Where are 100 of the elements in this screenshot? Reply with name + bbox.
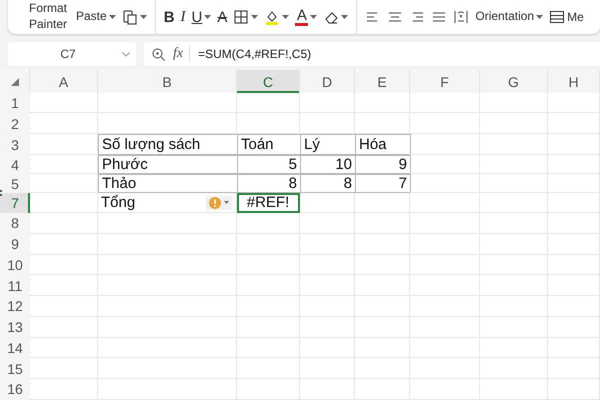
row-header[interactable]: 14 (0, 338, 30, 358)
table-cell[interactable]: Toán (237, 134, 301, 155)
table-cell[interactable] (30, 93, 98, 113)
strike-button[interactable]: A (217, 8, 228, 26)
table-cell[interactable] (548, 254, 600, 276)
table-cell[interactable] (548, 338, 600, 358)
table-cell[interactable] (480, 113, 548, 134)
table-cell[interactable] (98, 213, 237, 234)
table-cell[interactable]: 8 (237, 174, 301, 193)
table-cell[interactable] (480, 316, 548, 338)
row-header[interactable]: 11 (0, 275, 30, 296)
table-cell[interactable] (410, 316, 480, 338)
table-cell[interactable] (98, 234, 237, 254)
row-header[interactable]: 7 (0, 193, 30, 213)
table-cell[interactable] (480, 358, 548, 379)
font-color-button[interactable]: A (295, 8, 318, 26)
column-header[interactable]: G (480, 70, 548, 93)
table-cell[interactable] (300, 358, 355, 379)
table-cell[interactable] (237, 93, 300, 113)
bold-button[interactable]: B (164, 8, 175, 26)
table-cell[interactable] (98, 275, 237, 296)
table-cell[interactable] (355, 254, 410, 276)
table-cell[interactable] (237, 113, 300, 134)
table-cell[interactable] (30, 213, 98, 234)
table-cell[interactable] (355, 275, 410, 296)
error-options-button[interactable] (206, 196, 232, 210)
table-cell[interactable] (355, 93, 410, 113)
formula-input[interactable]: =SUM(C4,#REF!,C5) (198, 47, 312, 61)
row-header[interactable]: 15 (0, 358, 30, 379)
row-header[interactable]: 16 (0, 379, 30, 400)
ribbon-button[interactable]: Format Painter (26, 1, 70, 33)
table-cell[interactable] (548, 174, 600, 193)
table-cell[interactable] (410, 113, 480, 134)
table-cell[interactable] (548, 93, 600, 113)
table-cell[interactable] (548, 316, 600, 338)
table-cell[interactable] (237, 213, 300, 234)
table-cell[interactable] (300, 213, 355, 234)
column-header[interactable]: A (30, 70, 98, 93)
table-cell[interactable]: Hóa (355, 134, 411, 155)
table-cell[interactable] (300, 338, 355, 358)
table-cell[interactable] (410, 358, 480, 379)
table-cell[interactable] (98, 379, 237, 400)
name-box[interactable]: C7 (8, 42, 136, 66)
underline-button[interactable]: U (192, 8, 212, 26)
table-cell[interactable] (30, 358, 98, 379)
zoom-icon[interactable] (152, 48, 165, 60)
row-header[interactable]: 13 (0, 316, 30, 338)
table-cell[interactable] (480, 174, 548, 193)
table-cell[interactable] (410, 234, 480, 254)
merge-button[interactable]: Me (549, 9, 584, 25)
table-cell[interactable] (300, 234, 355, 254)
row-header[interactable]: 1 (0, 93, 30, 113)
ribbon-button[interactable]: Paste (76, 9, 116, 25)
table-cell[interactable] (410, 174, 480, 193)
table-cell[interactable] (480, 193, 548, 213)
table-cell[interactable] (30, 193, 98, 213)
table-cell[interactable] (30, 174, 98, 193)
table-cell[interactable] (30, 316, 98, 338)
selected-cell[interactable]: #REF! (237, 193, 300, 213)
table-cell[interactable]: 5 (237, 155, 301, 174)
table-cell[interactable] (480, 155, 548, 174)
table-cell[interactable] (410, 296, 480, 317)
table-cell[interactable] (548, 296, 600, 317)
table-cell[interactable] (300, 275, 355, 296)
table-cell[interactable] (410, 134, 480, 155)
table-cell[interactable] (410, 93, 480, 113)
column-header[interactable]: B (98, 70, 237, 93)
table-cell[interactable] (355, 358, 410, 379)
table-cell[interactable] (480, 213, 548, 234)
table-cell[interactable] (300, 296, 355, 317)
table-cell[interactable] (355, 379, 410, 400)
table-cell[interactable] (355, 113, 410, 134)
table-cell[interactable] (410, 193, 480, 213)
column-header[interactable]: F (410, 70, 480, 93)
table-cell[interactable] (98, 93, 237, 113)
table-cell[interactable] (548, 234, 600, 254)
table-cell[interactable] (480, 379, 548, 400)
table-cell[interactable] (355, 338, 410, 358)
table-cell[interactable] (410, 213, 480, 234)
table-cell[interactable] (237, 379, 300, 400)
hidden-rows-marker[interactable] (0, 190, 4, 196)
ribbon-button[interactable]: Orientation (475, 9, 544, 25)
table-cell[interactable] (98, 254, 237, 276)
row-header[interactable]: 2 (0, 113, 30, 134)
table-cell[interactable] (30, 234, 98, 254)
table-cell[interactable] (98, 296, 237, 317)
table-cell[interactable] (300, 93, 355, 113)
table-cell[interactable] (480, 93, 548, 113)
column-header[interactable]: E (355, 70, 410, 93)
table-cell[interactable] (237, 316, 300, 338)
table-cell[interactable] (98, 316, 237, 338)
table-cell[interactable] (355, 296, 410, 317)
function-button[interactable]: fx (173, 46, 190, 62)
table-cell[interactable] (300, 254, 355, 276)
table-cell[interactable]: Thảo (98, 174, 238, 193)
table-cell[interactable] (30, 338, 98, 358)
clipboard-button[interactable] (122, 9, 147, 25)
table-cell[interactable]: 10 (300, 155, 356, 174)
table-cell[interactable] (30, 379, 98, 400)
table-cell[interactable] (410, 155, 480, 174)
